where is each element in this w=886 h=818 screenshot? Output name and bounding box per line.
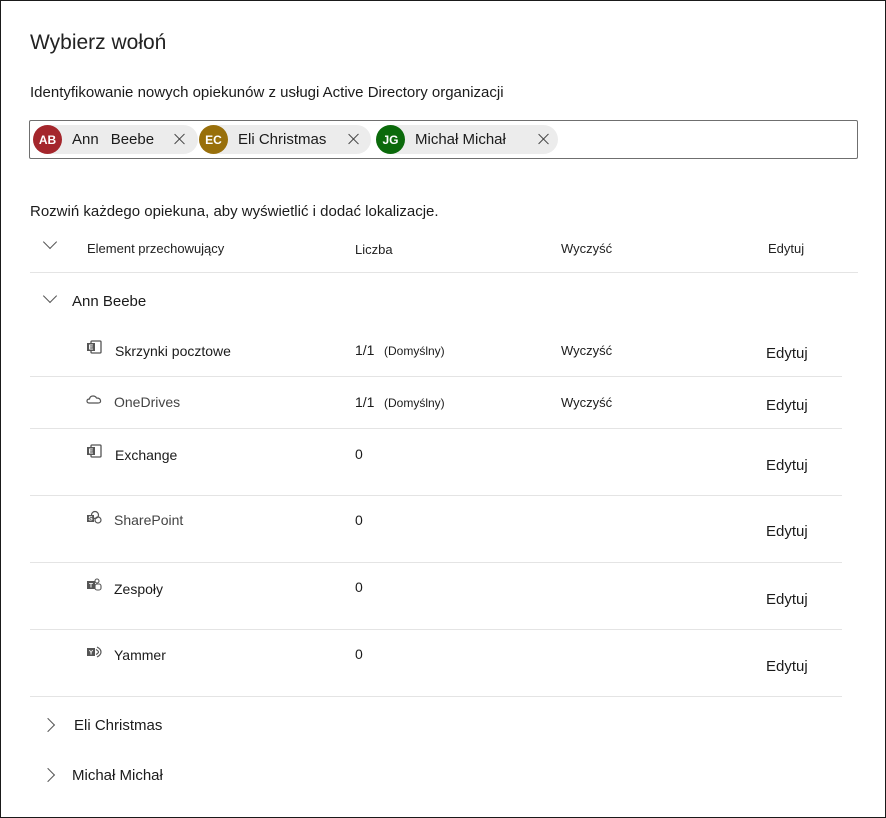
custodian-row-name[interactable]: Eli Christmas	[74, 717, 162, 734]
avatar: EC	[199, 125, 228, 154]
location-name: Yammer	[114, 647, 166, 663]
chip-first-name: Ann	[72, 131, 99, 148]
default-label: (Domyślny)	[384, 396, 445, 410]
divider	[30, 272, 858, 273]
exchange-icon: E	[87, 444, 102, 458]
custodian-chip: AB Ann Beebe	[33, 125, 198, 154]
custodian-picker-input[interactable]: AB Ann Beebe EC Eli Christmas JG Michał …	[29, 120, 858, 159]
column-header-count: Liczba	[355, 242, 393, 257]
yammer-icon: Y	[87, 646, 102, 658]
chip-name: Eli Christmas	[238, 131, 327, 148]
clear-button[interactable]: Wyczyść	[561, 395, 612, 410]
clear-button[interactable]: Wyczyść	[561, 343, 612, 358]
column-header-element: Element przechowujący	[87, 241, 225, 256]
svg-text:Y: Y	[89, 650, 94, 657]
sharepoint-icon: S	[87, 510, 102, 524]
onedrive-icon	[86, 395, 102, 404]
location-count: 0	[355, 579, 363, 595]
remove-chip-icon[interactable]	[536, 131, 552, 147]
location-name: OneDrives	[114, 394, 181, 410]
edit-button[interactable]: Edytuj	[766, 591, 808, 608]
location-name: Skrzynki pocztowe	[115, 343, 231, 359]
avatar: AB	[33, 125, 62, 154]
dialog-title: Wybierz wołoń	[30, 31, 167, 54]
chip-name: Michał Michał	[415, 131, 506, 148]
location-name: Exchange	[115, 447, 178, 463]
edit-button[interactable]: Edytuj	[766, 658, 808, 675]
divider	[30, 376, 842, 377]
divider	[30, 495, 842, 496]
location-count: 0	[355, 646, 363, 662]
location-count: 1/1	[355, 342, 375, 358]
column-header-edit: Edytuj	[768, 241, 805, 256]
edit-button[interactable]: Edytuj	[766, 457, 808, 474]
location-count: 0	[355, 512, 363, 528]
instruction-text: Rozwiń każdego opiekuna, aby wyświetlić …	[30, 203, 439, 220]
edit-button[interactable]: Edytuj	[766, 345, 808, 362]
divider	[30, 696, 842, 697]
svg-text:S: S	[88, 516, 93, 523]
default-label: (Domyślny)	[384, 344, 445, 358]
svg-text:T: T	[89, 583, 93, 590]
location-count: 1/1	[355, 394, 375, 410]
divider	[30, 428, 842, 429]
teams-icon: T	[87, 578, 102, 591]
divider	[30, 629, 842, 630]
svg-text:E: E	[89, 449, 94, 456]
edit-button[interactable]: Edytuj	[766, 397, 808, 414]
avatar: JG	[376, 125, 405, 154]
exchange-icon: E	[87, 340, 102, 354]
custodian-chip: EC Eli Christmas	[199, 125, 371, 154]
custodian-chip: JG Michał Michał	[376, 125, 558, 154]
dialog-subtitle: Identyfikowanie nowych opiekunów z usług…	[30, 84, 504, 101]
divider	[30, 562, 842, 563]
edit-button[interactable]: Edytuj	[766, 523, 808, 540]
remove-chip-icon[interactable]	[346, 131, 362, 147]
custodian-row-name[interactable]: Ann Beebe	[72, 293, 146, 310]
chip-last-name: Beebe	[110, 131, 155, 148]
location-count: 0	[355, 446, 363, 462]
location-name: Zespoły	[114, 581, 164, 597]
location-name: SharePoint	[114, 512, 184, 528]
custodian-row-name[interactable]: Michał Michał	[72, 767, 163, 784]
svg-text:E: E	[89, 345, 94, 352]
column-header-clear: Wyczyść	[561, 241, 613, 256]
remove-chip-icon[interactable]	[172, 131, 188, 147]
